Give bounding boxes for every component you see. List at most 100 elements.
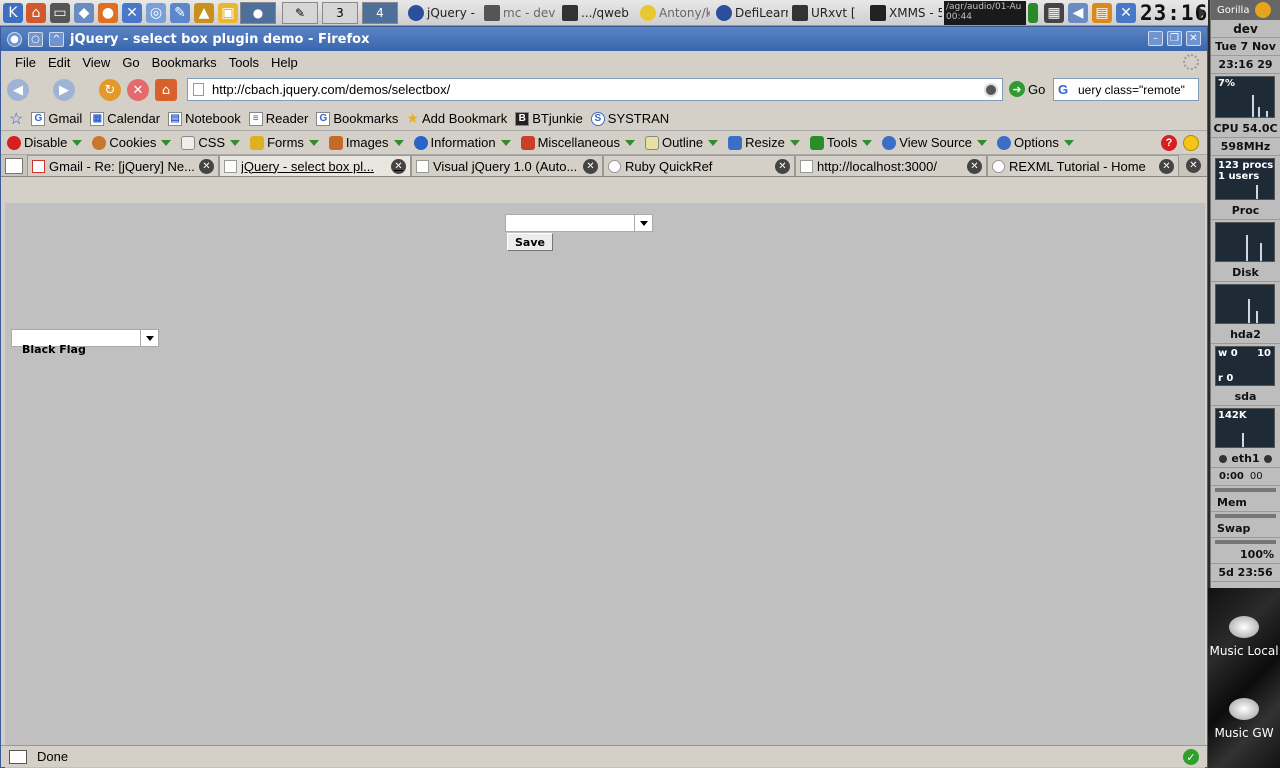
task-xmms[interactable]: XMMS - 5 bbox=[868, 2, 942, 24]
bookmark-add[interactable]: ★ Add Bookmark bbox=[406, 110, 507, 127]
tab-close-icon[interactable]: ✕ bbox=[199, 158, 214, 174]
task-antony[interactable]: Antony/k bbox=[638, 2, 710, 24]
tab-rexml[interactable]: REXML Tutorial - Home ✕ bbox=[987, 155, 1179, 176]
forward-icon[interactable]: ▶ bbox=[53, 79, 75, 101]
home-icon[interactable]: ⌂ bbox=[26, 3, 46, 23]
page-icon bbox=[800, 159, 813, 173]
dev-disable[interactable]: Disable bbox=[7, 135, 83, 150]
sidebar-icon[interactable] bbox=[9, 749, 27, 764]
menu-help[interactable]: Help bbox=[267, 55, 302, 70]
lock-icon[interactable]: ▣ bbox=[218, 3, 238, 23]
minimize-icon[interactable]: – bbox=[1148, 31, 1163, 46]
chevron-down-icon[interactable] bbox=[634, 215, 652, 231]
smiley-icon[interactable] bbox=[1183, 135, 1199, 151]
dropdown-icon[interactable] bbox=[984, 83, 998, 97]
tab-close-icon[interactable]: ✕ bbox=[583, 158, 598, 174]
network-tray-icon[interactable]: ✕ bbox=[1116, 3, 1136, 23]
dev-outline[interactable]: Outline bbox=[644, 135, 719, 150]
maximize-icon[interactable]: ❐ bbox=[1167, 31, 1182, 46]
bookmark-btjunkie[interactable]: B BTjunkie bbox=[515, 111, 583, 126]
desktop-pager-2[interactable]: ✎ bbox=[282, 2, 318, 24]
reload-icon[interactable]: ↻ bbox=[99, 79, 121, 101]
taskbar-clock[interactable]: 23:16 bbox=[1140, 0, 1207, 26]
task-urxvt[interactable]: URxvt [ bbox=[790, 2, 864, 24]
tab-close-icon[interactable]: ✕ bbox=[391, 158, 406, 174]
task-mc[interactable]: mc - dev bbox=[482, 2, 556, 24]
close-tab-icon[interactable]: ✕ bbox=[1186, 158, 1201, 173]
bookmark-gmail[interactable]: G Gmail bbox=[31, 111, 82, 126]
dev-miscellaneous[interactable]: Miscellaneous bbox=[520, 135, 635, 150]
go-button[interactable]: ➜ Go bbox=[1009, 81, 1045, 97]
tab-bar: Gmail - Re: [jQuery] Ne... ✕ jQuery - se… bbox=[1, 155, 1207, 177]
select-box-top[interactable] bbox=[505, 214, 653, 232]
stop-icon[interactable]: ✕ bbox=[127, 79, 149, 101]
tab-jquery-selectbox[interactable]: jQuery - select box pl... ✕ bbox=[219, 155, 411, 176]
menu-file[interactable]: File bbox=[11, 55, 40, 70]
dev-forms[interactable]: Forms bbox=[250, 135, 319, 150]
tab-close-icon[interactable]: ✕ bbox=[775, 158, 790, 174]
terminal-icon[interactable]: ▭ bbox=[50, 3, 70, 23]
network-monitor-icon[interactable]: ▦ bbox=[1044, 3, 1064, 23]
task-jquery[interactable]: jQuery - bbox=[406, 2, 478, 24]
triangle-icon[interactable]: ▲ bbox=[194, 3, 214, 23]
url-bar[interactable]: http://cbach.jquery.com/demos/selectbox/ bbox=[187, 78, 1003, 101]
sticky-icon[interactable]: ○ bbox=[28, 31, 43, 47]
tab-visual-jquery[interactable]: Visual jQuery 1.0 (Auto... ✕ bbox=[411, 155, 603, 176]
save-button[interactable]: Save bbox=[507, 233, 553, 251]
menu-view[interactable]: View bbox=[78, 55, 114, 70]
menu-tools[interactable]: Tools bbox=[225, 55, 263, 70]
home-icon[interactable]: ⌂ bbox=[155, 79, 177, 101]
task-qweb[interactable]: .../qweb bbox=[560, 2, 634, 24]
task-defilearn[interactable]: DefiLearn bbox=[714, 2, 788, 24]
konqueror-icon[interactable]: ◆ bbox=[74, 3, 94, 23]
help-icon[interactable]: ? bbox=[1161, 135, 1177, 151]
globe-icon[interactable]: ◎ bbox=[146, 3, 166, 23]
bookmark-bookmarks[interactable]: G Bookmarks bbox=[316, 111, 398, 126]
tab-close-icon[interactable]: ✕ bbox=[1159, 158, 1174, 174]
network-icon[interactable]: ✕ bbox=[122, 3, 142, 23]
title-bar[interactable]: ● ○ ^ jQuery - select box plugin demo - … bbox=[1, 27, 1207, 51]
list-tabs-icon[interactable] bbox=[5, 158, 23, 174]
tab-ruby-quickref[interactable]: Ruby QuickRef ✕ bbox=[603, 155, 795, 176]
dev-view-source[interactable]: View Source bbox=[882, 135, 988, 150]
search-input[interactable]: G uery class="remote" bbox=[1053, 78, 1199, 101]
check-icon[interactable]: ✓ bbox=[1183, 749, 1199, 765]
desktop-pager-3[interactable]: 3 bbox=[322, 2, 358, 24]
window-menu-icon[interactable]: ● bbox=[7, 31, 22, 47]
desktop-pager-4[interactable]: 4 bbox=[362, 2, 398, 24]
dev-information[interactable]: Information bbox=[413, 135, 511, 150]
dev-options[interactable]: Options bbox=[997, 135, 1074, 150]
menu-bookmarks[interactable]: Bookmarks bbox=[148, 55, 221, 70]
dev-resize[interactable]: Resize bbox=[728, 135, 800, 150]
dev-cookies[interactable]: Cookies bbox=[92, 135, 172, 150]
panel-arrow-icon[interactable] bbox=[1199, 7, 1205, 19]
xmms-applet[interactable]: /agr/audio/01-Au 00:44 bbox=[944, 1, 1026, 25]
select-box-option[interactable]: Black Flag bbox=[22, 343, 86, 356]
menu-edit[interactable]: Edit bbox=[44, 55, 74, 70]
google-icon[interactable]: G bbox=[1058, 82, 1068, 97]
desktop-icon-music-local[interactable]: Music Local bbox=[1208, 610, 1280, 658]
speaker-icon[interactable]: ◀ bbox=[1068, 3, 1088, 23]
tab-gmail[interactable]: Gmail - Re: [jQuery] Ne... ✕ bbox=[27, 155, 219, 176]
clipboard-icon[interactable]: ▤ bbox=[1092, 3, 1112, 23]
bookmark-notebook[interactable]: ▤ Notebook bbox=[168, 111, 241, 126]
star-icon[interactable]: ☆ bbox=[9, 109, 23, 129]
close-icon[interactable]: ✕ bbox=[1186, 31, 1201, 46]
tab-localhost[interactable]: http://localhost:3000/ ✕ bbox=[795, 155, 987, 176]
dev-images[interactable]: Images bbox=[328, 135, 404, 150]
keep-above-icon[interactable]: ^ bbox=[49, 31, 64, 47]
bookmark-reader[interactable]: ≡ Reader bbox=[248, 111, 308, 126]
bookmark-calendar[interactable]: ▦ Calendar bbox=[90, 111, 160, 126]
back-icon[interactable]: ◀ bbox=[7, 79, 29, 101]
dev-css[interactable]: CSS bbox=[181, 135, 241, 150]
desktop-icon-music-gw[interactable]: Music GW bbox=[1208, 692, 1280, 740]
bookmark-systran[interactable]: S SYSTRAN bbox=[590, 111, 669, 126]
firefox-icon[interactable]: ● bbox=[98, 3, 118, 23]
kde-menu-icon[interactable]: K bbox=[3, 3, 23, 23]
edit-icon[interactable]: ✎ bbox=[170, 3, 190, 23]
desktop-pager-1[interactable]: ● bbox=[240, 2, 276, 24]
dev-tools[interactable]: Tools bbox=[809, 135, 873, 150]
menu-go[interactable]: Go bbox=[118, 55, 143, 70]
chevron-down-icon[interactable] bbox=[140, 330, 158, 346]
tab-close-icon[interactable]: ✕ bbox=[967, 158, 982, 174]
